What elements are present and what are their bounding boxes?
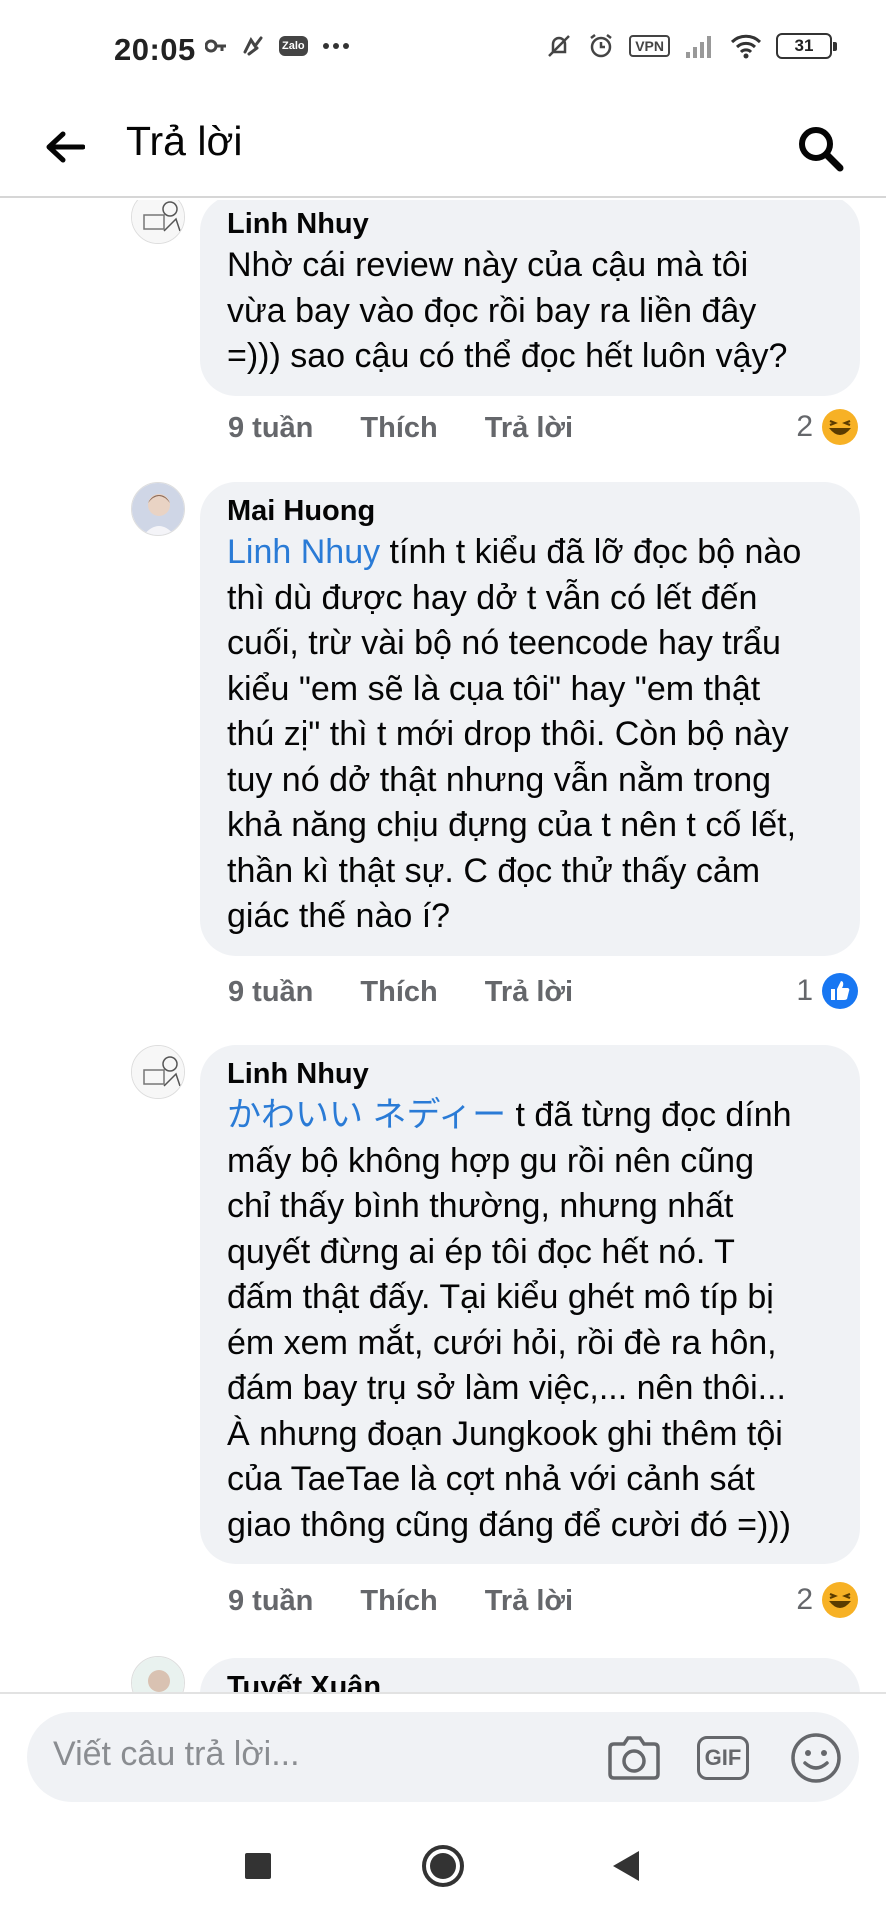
reply-button[interactable]: Trả lời	[485, 976, 573, 1009]
search-icon	[799, 127, 844, 172]
key-icon	[205, 38, 227, 54]
gif-button[interactable]: GIF	[695, 1731, 751, 1785]
comment-bubble[interactable]: Linh Nhuy かわいい ネディー t đã từng đọc dính m…	[200, 1045, 860, 1564]
comment-author[interactable]: Linh Nhuy	[227, 205, 834, 243]
sticker-button[interactable]	[788, 1731, 844, 1785]
page-title: Trả lời	[126, 118, 243, 164]
comment-author[interactable]: Linh Nhuy	[227, 1055, 834, 1093]
reply-button[interactable]: Trả lời	[485, 1585, 573, 1618]
gif-icon: GIF	[697, 1736, 749, 1780]
reaction-count: 2	[796, 1583, 813, 1616]
comment-mention[interactable]: かわいい ネディー	[227, 1096, 506, 1134]
circle-icon	[422, 1845, 464, 1887]
camera-button[interactable]	[606, 1731, 662, 1785]
arrow-left-icon	[46, 131, 85, 163]
reply-button[interactable]: Trả lời	[485, 412, 573, 445]
back-button[interactable]	[40, 122, 90, 172]
comments-list[interactable]: Linh Nhuy Nhờ cái review này của cậu mà …	[0, 200, 886, 1692]
signal-icon	[684, 34, 716, 58]
composer-field: GIF	[27, 1712, 859, 1802]
alarm-icon	[587, 32, 615, 60]
comment-bubble[interactable]: Tuyết Xuân	[200, 1658, 860, 1692]
comment-author[interactable]: Tuyết Xuân	[227, 1668, 834, 1692]
comment-actions: 9 tuần Thích Trả lời	[228, 412, 573, 445]
reply-input[interactable]	[53, 1735, 573, 1774]
comment-text: Nhờ cái review này của cậu mà tôi vừa ba…	[227, 246, 788, 375]
camera-icon	[608, 1736, 660, 1780]
battery-icon: 31	[776, 33, 837, 59]
status-bar: 20:05 Zalo VPN 31	[0, 0, 886, 100]
comment-time: 9 tuần	[228, 1585, 314, 1617]
comment-bubble[interactable]: Linh Nhuy Nhờ cái review này của cậu mà …	[200, 200, 860, 396]
reaction-summary[interactable]: 1	[796, 972, 859, 1010]
system-nav-bar	[0, 1814, 886, 1920]
reaction-summary[interactable]: 2	[796, 1581, 859, 1619]
reply-composer: GIF	[0, 1692, 886, 1814]
like-button[interactable]: Thích	[360, 976, 437, 1009]
more-dots-icon	[322, 42, 350, 50]
comment-bubble[interactable]: Mai Huong Linh Nhuy tính t kiểu đã lỡ đọ…	[200, 482, 860, 956]
comment-actions: 9 tuần Thích Trả lời	[228, 976, 573, 1009]
back-nav-button[interactable]	[596, 1836, 656, 1896]
search-button[interactable]	[790, 118, 850, 178]
reaction-summary[interactable]: 2	[796, 408, 859, 446]
reaction-count: 2	[796, 410, 813, 443]
zalo-icon: Zalo	[279, 36, 308, 56]
like-icon	[821, 972, 859, 1010]
like-button[interactable]: Thích	[360, 412, 437, 445]
recents-button[interactable]	[228, 1836, 288, 1896]
mute-icon	[545, 32, 573, 60]
avatar[interactable]	[131, 1045, 185, 1099]
comment-time: 9 tuần	[228, 976, 314, 1008]
comment-actions: 9 tuần Thích Trả lời	[228, 1585, 573, 1618]
smiley-icon	[791, 1733, 841, 1783]
avatar[interactable]	[131, 1656, 185, 1692]
square-icon	[245, 1853, 271, 1879]
avatar[interactable]	[131, 200, 185, 244]
comment-author[interactable]: Mai Huong	[227, 492, 834, 530]
reaction-count: 1	[796, 974, 813, 1007]
haha-icon	[821, 408, 859, 446]
like-button[interactable]: Thích	[360, 1585, 437, 1618]
app-header: Trả lời	[0, 100, 886, 198]
wifi-icon	[730, 33, 762, 59]
home-button[interactable]	[413, 1836, 473, 1896]
comment-text: Linh Nhuy tính t kiểu đã lỡ đọc bộ nào t…	[227, 533, 802, 935]
comment-mention[interactable]: Linh Nhuy	[227, 533, 380, 571]
notification-icons: Zalo	[205, 34, 350, 58]
triangle-back-icon	[613, 1851, 639, 1881]
avatar[interactable]	[131, 482, 185, 536]
comment-text: かわいい ネディー t đã từng đọc dính mấy bộ khôn…	[227, 1096, 792, 1544]
game-icon	[241, 34, 265, 58]
system-icons: VPN 31	[545, 32, 837, 60]
comment-time: 9 tuần	[228, 412, 314, 444]
vpn-icon: VPN	[629, 35, 670, 57]
haha-icon	[821, 1581, 859, 1619]
status-time: 20:05	[114, 32, 196, 67]
